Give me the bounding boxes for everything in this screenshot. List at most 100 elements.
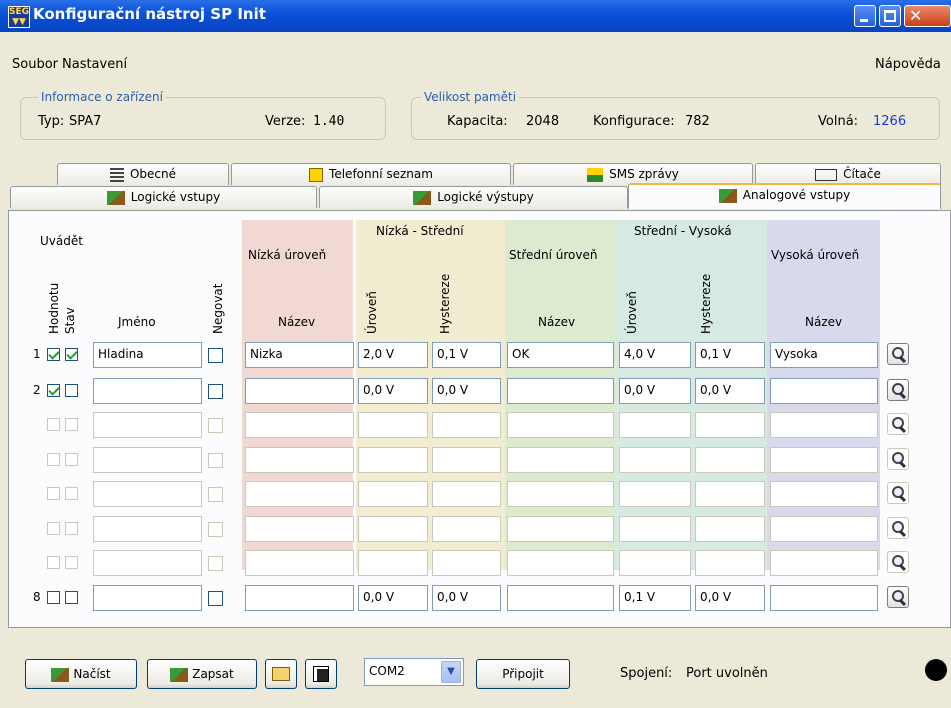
show-state-checkbox[interactable]	[65, 348, 78, 361]
mid-level-name-input[interactable]	[507, 378, 614, 404]
mid-high-level-input[interactable]: 0,1 V	[619, 585, 691, 611]
tab-sms-zpravy[interactable]: SMS zprávy	[513, 163, 753, 185]
device-info-title: Informace o zařízení	[38, 90, 166, 104]
low-level-name-input[interactable]: Nizka	[245, 342, 354, 368]
mid-high-hysteresis-input	[695, 447, 765, 473]
load-button[interactable]: Načíst	[25, 659, 137, 689]
tab-logicke-vystupy[interactable]: Logické výstupy	[319, 186, 628, 208]
low-mid-level-input[interactable]: 2,0 V	[358, 342, 428, 368]
show-state-checkbox	[65, 453, 78, 466]
low-mid-hysteresis-input[interactable]: 0,0 V	[432, 378, 501, 404]
low-level-name-input	[245, 481, 354, 507]
tab-telefonni-seznam[interactable]: Telefonní seznam	[231, 163, 511, 185]
connect-button[interactable]: Připojit	[476, 659, 570, 689]
show-state-checkbox[interactable]	[65, 591, 78, 604]
mid-high-hysteresis-input	[695, 412, 765, 438]
mid-high-level-input	[619, 550, 691, 576]
show-state-checkbox	[65, 522, 78, 535]
write-button-label: Zapsat	[192, 667, 234, 681]
menu-file[interactable]: Soubor	[12, 57, 58, 72]
tab-logicke-vstupy[interactable]: Logické vstupy	[10, 186, 317, 208]
low-level-name-input[interactable]	[245, 378, 354, 404]
tab-label: Analogové vstupy	[742, 188, 851, 202]
close-icon: ✕	[909, 6, 923, 25]
low-level-name-input	[245, 447, 354, 473]
mid-high-level-input[interactable]: 4,0 V	[619, 342, 691, 368]
mid-level-name-input	[507, 550, 614, 576]
low-level-name-input[interactable]	[245, 585, 354, 611]
header-low-mid-level: Úroveň	[365, 291, 379, 334]
maximize-button[interactable]	[879, 5, 901, 27]
tab-label: Čítače	[843, 167, 881, 181]
maximize-icon	[884, 10, 896, 22]
low-mid-hysteresis-input	[432, 516, 501, 542]
tab-analogove-vstupy[interactable]: Analogové vstupy	[628, 183, 941, 209]
header-mid-name: Název	[538, 315, 576, 329]
port-select-value: COM2	[369, 664, 405, 678]
name-input[interactable]	[93, 585, 202, 611]
tab-obecne[interactable]: Obecné	[57, 163, 229, 185]
high-level-name-input[interactable]	[770, 585, 878, 611]
negate-checkbox[interactable]	[208, 384, 223, 399]
mid-high-hysteresis-input[interactable]: 0,1 V	[695, 342, 765, 368]
chevron-down-icon[interactable]: ▼	[441, 661, 461, 683]
free-value: 1266	[873, 114, 907, 129]
low-mid-level-input	[358, 447, 428, 473]
magnifier-icon[interactable]	[887, 379, 909, 401]
negate-checkbox[interactable]	[208, 591, 223, 606]
high-level-name-input[interactable]	[770, 378, 878, 404]
tab-label: Obecné	[129, 167, 177, 181]
low-mid-hysteresis-input	[432, 550, 501, 576]
show-value-checkbox[interactable]	[47, 384, 60, 397]
app-logo-icon: SEG ▼▼	[8, 6, 30, 28]
negate-checkbox[interactable]	[208, 348, 223, 363]
menu-settings[interactable]: Nastavení	[62, 57, 127, 72]
high-level-name-input	[770, 550, 878, 576]
show-value-checkbox[interactable]	[47, 348, 60, 361]
mid-high-hysteresis-input	[695, 550, 765, 576]
mid-high-level-input	[619, 481, 691, 507]
magnifier-icon[interactable]	[887, 586, 909, 608]
mid-high-level-input[interactable]: 0,0 V	[619, 378, 691, 404]
close-button[interactable]: ✕	[904, 5, 951, 27]
header-low: Nízká úroveň	[248, 248, 327, 262]
show-state-checkbox[interactable]	[65, 384, 78, 397]
show-state-checkbox	[65, 487, 78, 500]
low-mid-level-input[interactable]: 0,0 V	[358, 378, 428, 404]
mid-level-name-input	[507, 516, 614, 542]
mid-level-name-input[interactable]	[507, 585, 614, 611]
free-label: Volná:	[818, 114, 859, 129]
high-level-name-input[interactable]: Vysoka	[770, 342, 878, 368]
save-file-button[interactable]	[305, 659, 337, 689]
name-input	[93, 412, 202, 438]
tab-citace[interactable]: Čítače	[755, 163, 941, 185]
negate-checkbox	[208, 418, 223, 433]
menu-help[interactable]: Nápověda	[875, 57, 941, 72]
floppy-icon	[313, 665, 329, 682]
low-mid-hysteresis-input	[432, 412, 501, 438]
magnifier-icon[interactable]	[887, 343, 909, 365]
show-state-checkbox	[65, 556, 78, 569]
write-button[interactable]: Zapsat	[147, 659, 257, 689]
download-icon	[51, 667, 70, 682]
config-label: Konfigurace:	[593, 114, 675, 129]
mid-high-hysteresis-input[interactable]: 0,0 V	[695, 378, 765, 404]
memory-title: Velikost paměti	[421, 90, 520, 104]
minimize-button[interactable]	[854, 5, 876, 27]
low-mid-level-input	[358, 550, 428, 576]
sms-warning-icon	[587, 167, 604, 182]
name-input[interactable]: Hladina	[93, 342, 202, 368]
config-value: 782	[685, 114, 710, 129]
mid-level-name-input[interactable]: OK	[507, 342, 614, 368]
name-input	[93, 481, 202, 507]
mid-high-hysteresis-input[interactable]: 0,0 V	[695, 585, 765, 611]
high-level-name-input	[770, 516, 878, 542]
low-mid-hysteresis-input[interactable]: 0,0 V	[432, 585, 501, 611]
low-mid-level-input[interactable]: 0,0 V	[358, 585, 428, 611]
open-file-button[interactable]	[265, 659, 297, 689]
show-state-checkbox	[65, 418, 78, 431]
name-input[interactable]	[93, 378, 202, 404]
low-mid-hysteresis-input[interactable]: 0,1 V	[432, 342, 501, 368]
minimize-icon	[860, 19, 868, 22]
show-value-checkbox[interactable]	[47, 591, 60, 604]
